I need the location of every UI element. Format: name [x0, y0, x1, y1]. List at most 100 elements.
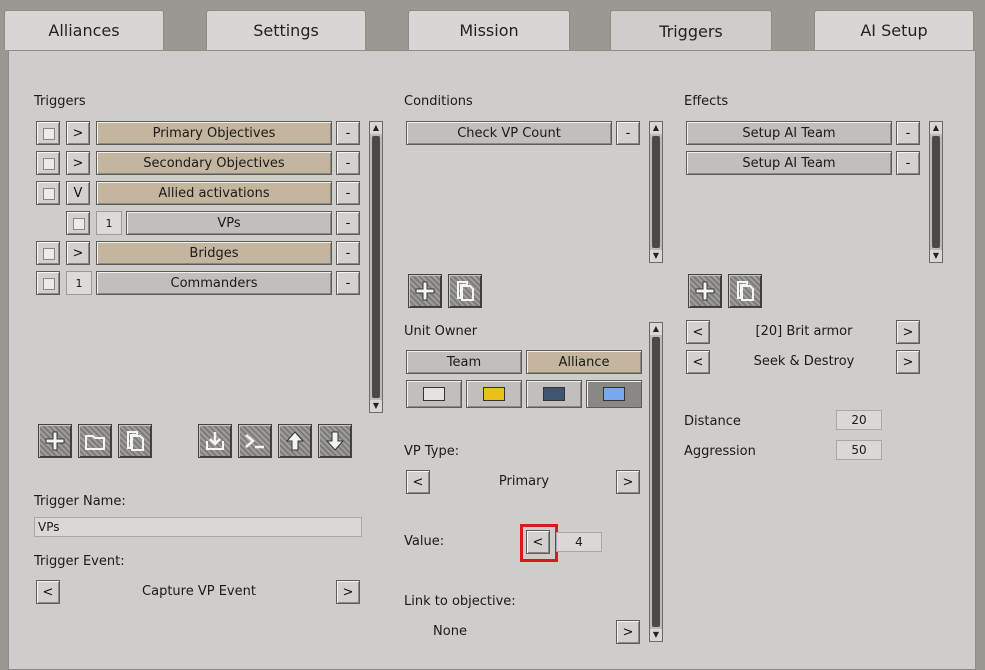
- aggression-input[interactable]: 50: [836, 440, 882, 460]
- mode-next-button[interactable]: >: [896, 350, 920, 374]
- effects-scrollbar[interactable]: ▲ ▼: [929, 121, 943, 263]
- add-condition-button[interactable]: [408, 274, 442, 308]
- conditions-heading: Conditions: [404, 94, 473, 109]
- scroll-down-arrow-icon[interactable]: ▼: [650, 250, 662, 262]
- copy-icon: [127, 431, 144, 451]
- trigger-item-vps[interactable]: VPs: [126, 211, 332, 235]
- copy-trigger-button[interactable]: [118, 424, 152, 458]
- scroll-up-arrow-icon[interactable]: ▲: [650, 323, 662, 335]
- expand-button[interactable]: >: [66, 121, 90, 145]
- scroll-thumb[interactable]: [652, 337, 660, 627]
- trigger-checkbox[interactable]: [36, 181, 60, 205]
- remove-button[interactable]: -: [336, 151, 360, 175]
- scroll-down-arrow-icon[interactable]: ▼: [370, 400, 382, 412]
- conditions-scrollbar[interactable]: ▲ ▼: [649, 121, 663, 263]
- remove-button[interactable]: -: [336, 211, 360, 235]
- value-decrement-button[interactable]: <: [526, 530, 550, 554]
- add-trigger-button[interactable]: [38, 424, 72, 458]
- distance-input[interactable]: 20: [836, 410, 882, 430]
- copy-effect-button[interactable]: [728, 274, 762, 308]
- effects-heading: Effects: [684, 94, 729, 109]
- expand-button[interactable]: >: [66, 241, 90, 265]
- condition-settings-scrollbar[interactable]: ▲ ▼: [649, 322, 663, 642]
- tab-settings[interactable]: Settings: [206, 10, 366, 50]
- add-folder-button[interactable]: [78, 424, 112, 458]
- plus-icon: [45, 431, 65, 451]
- import-button[interactable]: [198, 424, 232, 458]
- alliance-toggle-button[interactable]: Alliance: [526, 350, 642, 374]
- copy-condition-button[interactable]: [448, 274, 482, 308]
- trigger-checkbox[interactable]: [36, 241, 60, 265]
- aggression-label: Aggression: [684, 444, 756, 459]
- ai-team-value: [20] Brit armor: [755, 324, 853, 339]
- remove-button[interactable]: -: [896, 121, 920, 145]
- arrow-down-icon: [325, 431, 345, 451]
- owner-swatch-yellow[interactable]: [466, 380, 522, 408]
- scroll-up-arrow-icon[interactable]: ▲: [650, 122, 662, 134]
- ai-mode-value: Seek & Destroy: [753, 354, 855, 369]
- scroll-down-arrow-icon[interactable]: ▼: [650, 629, 662, 641]
- collapse-button[interactable]: V: [66, 181, 90, 205]
- scroll-thumb[interactable]: [372, 136, 380, 398]
- link-objective-next-button[interactable]: >: [616, 620, 640, 644]
- vp-type-value: Primary: [498, 474, 550, 489]
- link-objective-label: Link to objective:: [404, 594, 516, 609]
- scroll-up-arrow-icon[interactable]: ▲: [930, 122, 942, 134]
- condition-item-check-vp-count[interactable]: Check VP Count: [406, 121, 612, 145]
- trigger-checkbox[interactable]: [66, 211, 90, 235]
- scroll-up-arrow-icon[interactable]: ▲: [370, 122, 382, 134]
- trigger-name-input[interactable]: VPs: [34, 517, 362, 537]
- event-prev-button[interactable]: <: [36, 580, 60, 604]
- remove-button[interactable]: -: [336, 271, 360, 295]
- team-toggle-button[interactable]: Team: [406, 350, 522, 374]
- plus-icon: [415, 281, 435, 301]
- trigger-checkbox[interactable]: [36, 121, 60, 145]
- remove-button[interactable]: -: [336, 241, 360, 265]
- trigger-item-primary-objectives[interactable]: Primary Objectives: [96, 121, 332, 145]
- tab-ai-setup[interactable]: AI Setup: [814, 10, 974, 50]
- trigger-checkbox[interactable]: [36, 271, 60, 295]
- tab-triggers[interactable]: Triggers: [610, 10, 772, 52]
- scroll-thumb[interactable]: [932, 136, 940, 248]
- trigger-checkbox[interactable]: [36, 151, 60, 175]
- add-effect-button[interactable]: [688, 274, 722, 308]
- owner-swatch-white[interactable]: [406, 380, 462, 408]
- remove-button[interactable]: -: [336, 181, 360, 205]
- trigger-item-commanders[interactable]: Commanders: [96, 271, 332, 295]
- move-up-button[interactable]: [278, 424, 312, 458]
- expand-button[interactable]: >: [66, 151, 90, 175]
- trigger-item-secondary-objectives[interactable]: Secondary Objectives: [96, 151, 332, 175]
- vp-type-prev-button[interactable]: <: [406, 470, 430, 494]
- mode-prev-button[interactable]: <: [686, 350, 710, 374]
- value-label: Value:: [404, 534, 445, 549]
- remove-button[interactable]: -: [336, 121, 360, 145]
- color-swatch: [603, 387, 625, 401]
- console-button[interactable]: [238, 424, 272, 458]
- triggers-scrollbar[interactable]: ▲ ▼: [369, 121, 383, 413]
- link-objective-value: None: [433, 624, 467, 639]
- triggers-heading: Triggers: [34, 94, 86, 109]
- owner-swatch-blue[interactable]: [586, 380, 642, 408]
- tab-alliances[interactable]: Alliances: [4, 10, 164, 50]
- scroll-thumb[interactable]: [652, 136, 660, 248]
- owner-swatch-navy[interactable]: [526, 380, 582, 408]
- team-prev-button[interactable]: <: [686, 320, 710, 344]
- trigger-item-bridges[interactable]: Bridges: [96, 241, 332, 265]
- download-icon: [206, 432, 224, 450]
- effect-item-setup-ai-team[interactable]: Setup AI Team: [686, 151, 892, 175]
- effect-item-setup-ai-team[interactable]: Setup AI Team: [686, 121, 892, 145]
- team-next-button[interactable]: >: [896, 320, 920, 344]
- vp-type-next-button[interactable]: >: [616, 470, 640, 494]
- event-next-button[interactable]: >: [336, 580, 360, 604]
- remove-button[interactable]: -: [896, 151, 920, 175]
- move-down-button[interactable]: [318, 424, 352, 458]
- scroll-down-arrow-icon[interactable]: ▼: [930, 250, 942, 262]
- trigger-item-allied-activations[interactable]: Allied activations: [96, 181, 332, 205]
- tab-mission[interactable]: Mission: [408, 10, 570, 50]
- value-input[interactable]: 4: [556, 532, 602, 552]
- tab-label: AI Setup: [860, 21, 928, 40]
- remove-button[interactable]: -: [616, 121, 640, 145]
- color-swatch: [423, 387, 445, 401]
- vp-type-label: VP Type:: [404, 444, 460, 459]
- arrow-up-icon: [285, 431, 305, 451]
